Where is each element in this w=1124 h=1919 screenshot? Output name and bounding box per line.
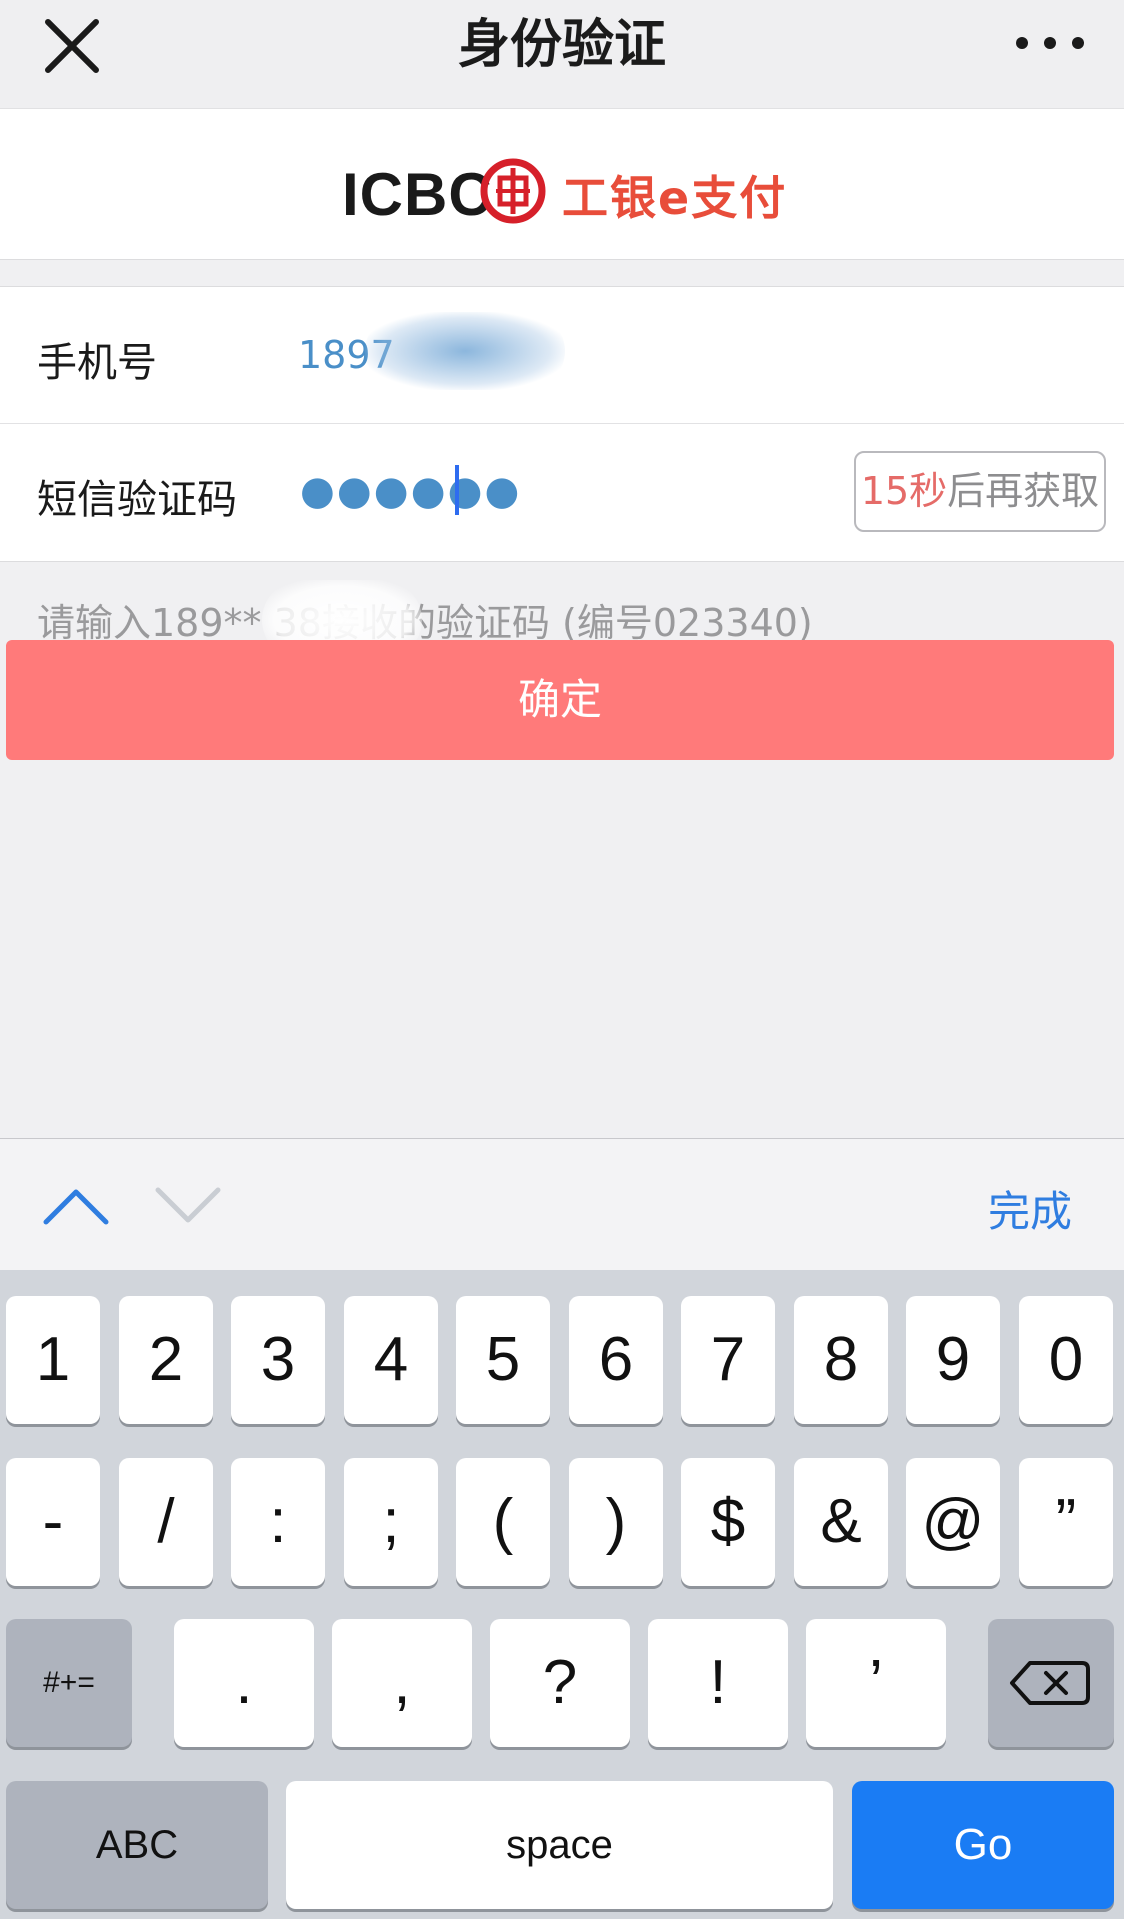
backspace-icon xyxy=(1010,1661,1090,1705)
key[interactable]: 0 xyxy=(1019,1296,1113,1424)
sms-code-field[interactable]: ●●●●●● xyxy=(300,468,521,514)
resend-label: 后再获取 xyxy=(947,469,1100,513)
key[interactable]: : xyxy=(231,1458,325,1586)
sms-hint-text: 请输入189** 38接收的验证码 (编号023340) xyxy=(37,601,813,645)
delete-key[interactable] xyxy=(988,1619,1114,1747)
page-title: 身份验证 xyxy=(457,15,666,75)
key[interactable]: ’ xyxy=(806,1619,946,1747)
icbc-seal-icon xyxy=(480,158,546,224)
key[interactable]: / xyxy=(119,1458,213,1586)
key[interactable]: $ xyxy=(681,1458,775,1586)
key[interactable]: 2 xyxy=(119,1296,213,1424)
key[interactable]: ! xyxy=(648,1619,788,1747)
key[interactable]: - xyxy=(6,1458,100,1586)
key[interactable]: ( xyxy=(456,1458,550,1586)
form-divider xyxy=(0,423,1124,424)
key[interactable]: @ xyxy=(906,1458,1000,1586)
phone-label: 手机号 xyxy=(37,340,157,386)
key[interactable]: 9 xyxy=(906,1296,1000,1424)
key[interactable]: 3 xyxy=(231,1296,325,1424)
key[interactable]: 6 xyxy=(569,1296,663,1424)
more-options-icon[interactable] xyxy=(1010,18,1090,68)
key[interactable]: ” xyxy=(1019,1458,1113,1586)
key[interactable]: 7 xyxy=(681,1296,775,1424)
chevron-down-icon[interactable] xyxy=(152,1180,224,1230)
key[interactable]: 4 xyxy=(344,1296,438,1424)
key[interactable]: & xyxy=(794,1458,888,1586)
key[interactable]: . xyxy=(174,1619,314,1747)
brand-name: 工银e支付 xyxy=(562,171,788,225)
go-key[interactable]: Go xyxy=(852,1781,1114,1909)
sms-code-label: 短信验证码 xyxy=(37,477,237,523)
space-key[interactable]: space xyxy=(286,1781,833,1909)
done-button[interactable]: 完成 xyxy=(970,1178,1090,1239)
key[interactable]: 5 xyxy=(456,1296,550,1424)
resend-countdown: 15秒 xyxy=(860,469,948,513)
symbols-mode-key[interactable]: #+= xyxy=(6,1619,132,1747)
key[interactable]: ; xyxy=(344,1458,438,1586)
phone-redaction xyxy=(365,312,565,390)
key[interactable]: 1 xyxy=(6,1296,100,1424)
abc-key[interactable]: ABC xyxy=(6,1781,268,1909)
resend-code-button[interactable]: 15秒后再获取 xyxy=(854,451,1106,532)
confirm-button[interactable]: 确定 xyxy=(6,640,1114,760)
key[interactable]: 8 xyxy=(794,1296,888,1424)
chevron-up-icon[interactable] xyxy=(40,1180,112,1230)
text-caret xyxy=(455,465,459,515)
bank-logo-text: ICBC xyxy=(342,161,493,228)
key[interactable]: ) xyxy=(569,1458,663,1586)
key[interactable]: , xyxy=(332,1619,472,1747)
key[interactable]: ? xyxy=(490,1619,630,1747)
